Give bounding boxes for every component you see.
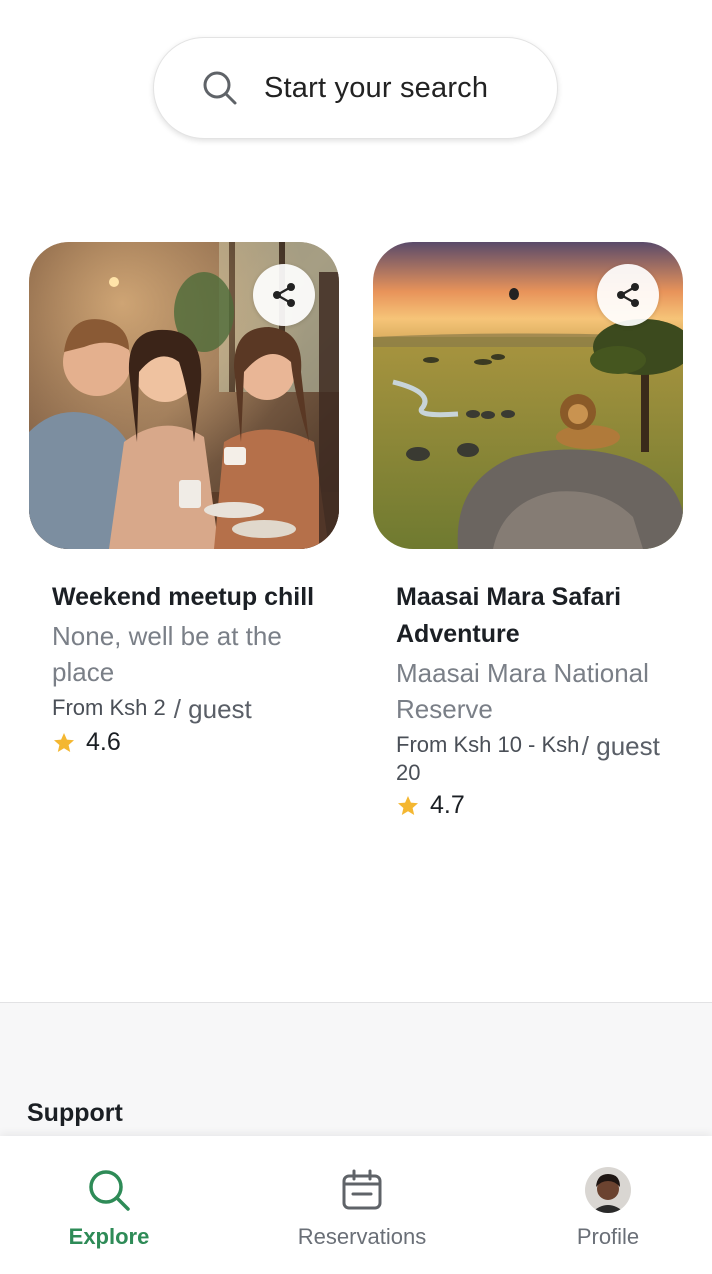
nav-explore[interactable]: Explore bbox=[54, 1136, 164, 1274]
nav-reservations-label: Reservations bbox=[297, 1224, 427, 1249]
card-title[interactable]: Maasai Mara Safari Adventure bbox=[396, 579, 660, 653]
nav-reservations[interactable]: Reservations bbox=[272, 1136, 452, 1274]
card-rating: 4.7 bbox=[396, 791, 660, 820]
nav-profile[interactable]: Profile bbox=[558, 1136, 658, 1274]
card-location: None, well be at the place bbox=[52, 621, 282, 687]
card-price-unit: / guest bbox=[581, 731, 660, 761]
card-price-row: From Ksh 2 / guest bbox=[52, 694, 316, 724]
search-button[interactable]: Start your search bbox=[153, 37, 558, 139]
experience-card[interactable]: Weekend meetup chill None, well be at th… bbox=[29, 242, 339, 757]
card-location: Maasai Mara National Reserve bbox=[396, 658, 649, 724]
star-icon bbox=[54, 732, 74, 752]
search-icon bbox=[202, 70, 238, 106]
nav-explore-label: Explore bbox=[68, 1224, 150, 1249]
star-icon bbox=[398, 795, 418, 815]
share-icon bbox=[617, 283, 639, 307]
card-image[interactable] bbox=[29, 242, 339, 549]
share-button[interactable] bbox=[597, 264, 659, 326]
card-title[interactable]: Weekend meetup chill bbox=[52, 579, 316, 616]
avatar bbox=[585, 1167, 631, 1213]
search-icon bbox=[89, 1170, 130, 1211]
share-icon bbox=[273, 283, 295, 307]
support-heading: Support bbox=[27, 1099, 123, 1127]
card-price-unit: / guest bbox=[173, 694, 252, 724]
rating-value: 4.7 bbox=[430, 791, 465, 819]
search-bar[interactable]: Start your search bbox=[153, 37, 558, 139]
share-button[interactable] bbox=[253, 264, 315, 326]
card-price: From Ksh 2 bbox=[52, 695, 166, 720]
card-price-row: From Ksh 10 - Ksh 20 / guest bbox=[396, 731, 660, 787]
card-price: From Ksh 10 - Ksh 20 bbox=[396, 732, 580, 785]
card-rating: 4.6 bbox=[52, 728, 316, 757]
nav-profile-label: Profile bbox=[576, 1224, 640, 1249]
card-image[interactable] bbox=[373, 242, 683, 549]
experience-card[interactable]: Maasai Mara Safari Adventure Maasai Mara… bbox=[373, 242, 683, 820]
rating-value: 4.6 bbox=[86, 728, 121, 756]
calendar-icon bbox=[342, 1169, 382, 1210]
search-label: Start your search bbox=[264, 71, 489, 104]
bottom-navigation: Explore Reservations Profile bbox=[0, 1136, 712, 1274]
